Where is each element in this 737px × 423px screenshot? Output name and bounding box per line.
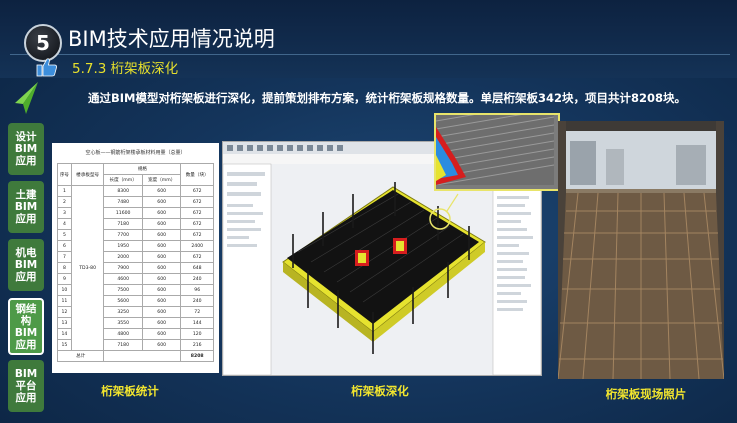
table-cell: 144 [180,317,214,329]
table-cell: 96 [180,284,214,296]
nav-bim-platform[interactable]: BIM 平台 应用 [8,360,44,412]
header-length: 长度（mm） [103,174,143,186]
table-cell: 216 [180,339,214,351]
table-cell: 14 [57,328,72,340]
table-cell: 672 [180,229,214,241]
model-cell: TD3-80 [70,185,105,351]
table-cell: 11 [57,295,72,307]
table-cell: 5 [57,229,72,241]
table-cell: 120 [180,328,214,340]
table-cell: 1950 [103,240,143,252]
table-cell: 5600 [103,295,143,307]
table-cell: 72 [180,306,214,318]
table-cell: 672 [180,196,214,208]
table-total-row: 总计 8208 [56,350,214,362]
table-cell: 4 [57,218,72,230]
table-cell: 600 [141,328,182,340]
table-cell: 672 [180,218,214,230]
title-divider [10,54,730,55]
table-cell: 7500 [103,284,143,296]
header-model: 楼承板型号 [70,163,105,186]
table-cell: 600 [141,295,182,307]
caption-site-photo: 桁架板现场照片 [605,387,687,401]
nav-mep-bim[interactable]: 机电 BIM 应用 [8,239,44,291]
truss-detail-view [436,115,555,186]
table-cell: 600 [141,284,182,296]
table-cell: 1 [57,185,72,197]
total-blank [103,350,182,362]
table-cell: 2000 [103,251,143,263]
table-cell: 13 [57,317,72,329]
table-cell: 11600 [103,207,143,219]
table-cell: 600 [141,229,182,241]
table-cell: 3 [57,207,72,219]
table-cell: 15 [57,339,72,351]
table-cell: 7700 [103,229,143,241]
table-cell: 7180 [103,218,143,230]
table-cell: 4600 [103,273,143,285]
nav-design-bim[interactable]: 设计 BIM 应用 [8,123,44,175]
table-cell: 2 [57,196,72,208]
slide: 5 BIM技术应用情况说明 5.7.3 桁架板深化 通过BIM模型对桁架板进行深… [0,0,737,423]
table-cell: 600 [141,196,182,208]
paper-plane-icon [15,82,38,114]
total-label: 总计 [56,350,105,362]
table-cell: 600 [141,317,182,329]
table-cell: 7 [57,251,72,263]
table-cell: 3550 [103,317,143,329]
table-cell: 7900 [103,262,143,274]
table-cell: 600 [141,339,182,351]
description-text: 通过BIM模型对桁架板进行深化，提前策划排布方案，统计桁架板规格数量。单层桁架板… [88,91,686,105]
thumbs-up-icon [36,58,57,77]
table-cell: 672 [180,251,214,263]
table-cell: 672 [180,207,214,219]
nav-civil-bim[interactable]: 土建 BIM 应用 [8,181,44,233]
table-cell: 600 [141,185,182,197]
table-title: 空心板——钢筋桁架楼承板材料用量（总量） [85,150,186,156]
detail-zoom-callout [434,113,560,191]
table-cell: 600 [141,306,182,318]
table-cell: 648 [180,262,214,274]
section-subtitle: 5.7.3 桁架板深化 [72,61,179,77]
caption-deepening: 桁架板深化 [351,384,409,398]
table-cell: 600 [141,273,182,285]
table-cell: 3250 [103,306,143,318]
total-value: 8208 [180,350,214,362]
table-row: 1 TD3-80 8300 600 672 [57,185,214,351]
table-cell: 600 [141,251,182,263]
header-index: 序号 [57,163,72,186]
table-cell: 6 [57,240,72,252]
table-cell: 8300 [103,185,143,197]
nav-steel-structure-bim[interactable]: 钢结 构 BIM 应用 [8,298,44,355]
header-spec: 规格 [103,163,182,175]
site-photo [557,121,725,380]
table-cell: 600 [141,262,182,274]
page-title: BIM技术应用情况说明 [68,27,275,51]
caption-stats: 桁架板统计 [101,384,159,398]
table-cell: 7180 [103,339,143,351]
table-cell: 8 [57,262,72,274]
header-width: 宽度（mm） [141,174,182,186]
table-cell: 600 [141,240,182,252]
table-cell: 12 [57,306,72,318]
table-cell: 600 [141,207,182,219]
board-table: 序号 楼承板型号 规格 数量（块） 长度（mm） 宽度（mm） 1 TD3-80 8… [56,163,214,362]
table-cell: 7480 [103,196,143,208]
table-cell: 9 [57,273,72,285]
table-cell: 672 [180,185,214,197]
site-photo-image [557,121,725,380]
table-cell: 10 [57,284,72,296]
table-cell: 2400 [180,240,214,252]
truss-board-stats-table: 空心板——钢筋桁架楼承板材料用量（总量） 序号 楼承板型号 规格 数量（块） 长… [52,143,219,373]
header-quantity: 数量（块） [180,163,214,186]
table-cell: 240 [180,273,214,285]
table-cell: 600 [141,218,182,230]
table-cell: 4800 [103,328,143,340]
table-cell: 240 [180,295,214,307]
